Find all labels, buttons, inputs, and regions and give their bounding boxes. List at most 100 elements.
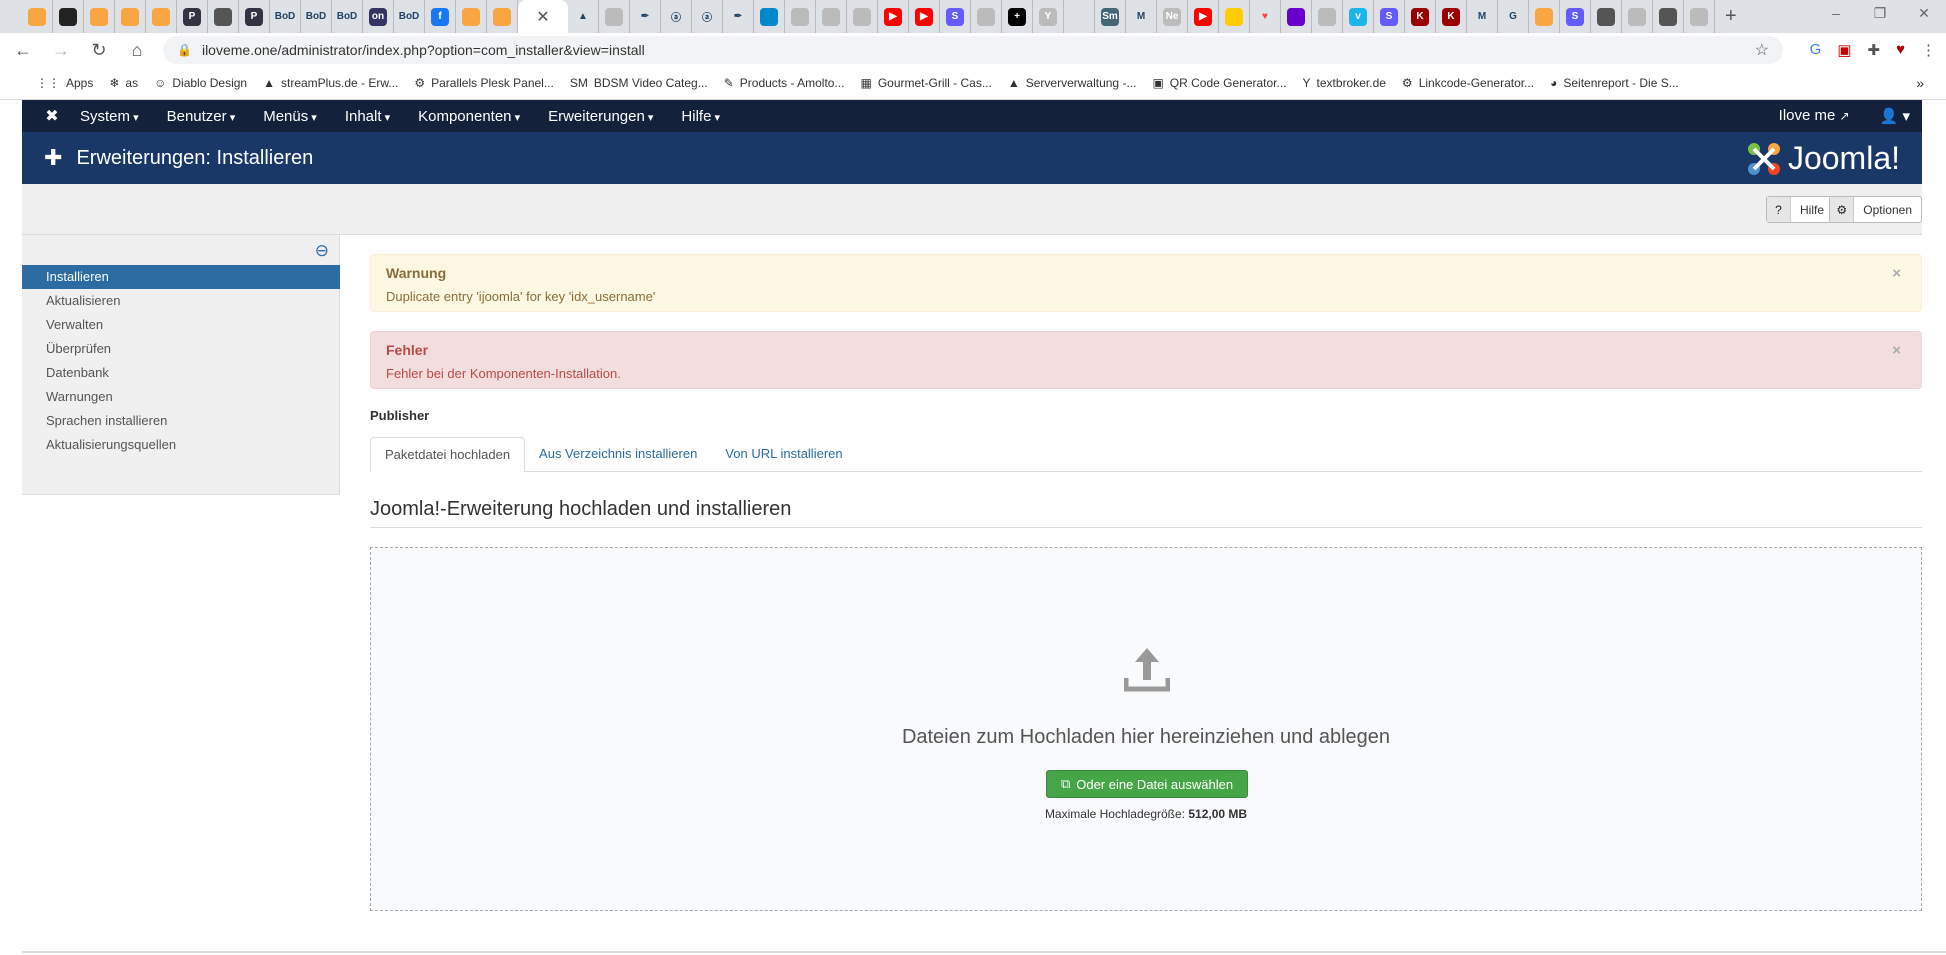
bookmark-item[interactable]: ▲ Serververwaltung -... — [1008, 76, 1137, 90]
browser-tab[interactable] — [1529, 0, 1560, 33]
browser-tab[interactable] — [1064, 0, 1095, 33]
home-icon[interactable]: ⌂ — [122, 40, 152, 61]
browser-tab[interactable]: Sm — [1095, 0, 1126, 33]
close-icon[interactable]: × — [1892, 342, 1901, 359]
back-icon[interactable]: ← — [8, 40, 38, 61]
joomla-icon[interactable]: ✖ — [32, 106, 72, 126]
browser-tab[interactable]: P — [239, 0, 270, 33]
tab-upload-package[interactable]: Paketdatei hochladen — [370, 437, 526, 473]
close-tab-icon[interactable]: ✕ — [536, 7, 549, 27]
browser-tab[interactable]: BoD — [270, 0, 301, 33]
options-button[interactable]: ⚙ Optionen — [1829, 196, 1922, 223]
browser-tab[interactable] — [115, 0, 146, 33]
browser-tab[interactable] — [487, 0, 518, 33]
nav-menu-system[interactable]: System — [80, 108, 139, 125]
browser-tab[interactable]: S — [940, 0, 971, 33]
browser-tab[interactable]: ▶ — [909, 0, 940, 33]
browser-tab[interactable]: Y — [1033, 0, 1064, 33]
browser-tab[interactable]: v — [1343, 0, 1374, 33]
browser-tab[interactable]: BoD — [301, 0, 332, 33]
nav-menu-inhalt[interactable]: Inhalt — [345, 108, 390, 125]
browser-tab[interactable]: ✒ — [630, 0, 661, 33]
close-window-button[interactable]: ✕ — [1902, 0, 1946, 26]
browser-tab[interactable] — [971, 0, 1002, 33]
site-link[interactable]: Ilove me ↗ — [1779, 107, 1850, 125]
heart-extension-icon[interactable]: ♥ — [1896, 41, 1905, 59]
nav-menu-komponenten[interactable]: Komponenten — [418, 108, 520, 125]
browser-tab[interactable]: on — [363, 0, 394, 33]
browser-tab[interactable] — [1684, 0, 1715, 33]
close-icon[interactable]: × — [1892, 265, 1901, 282]
browser-tab[interactable] — [1653, 0, 1684, 33]
browser-tab[interactable]: BoD — [332, 0, 363, 33]
active-browser-tab[interactable]: ✕ — [518, 0, 568, 33]
browser-tab[interactable]: K — [1405, 0, 1436, 33]
browser-tab[interactable] — [1281, 0, 1312, 33]
browser-tab[interactable] — [1622, 0, 1653, 33]
browser-tab[interactable]: BoD — [394, 0, 425, 33]
browser-tab[interactable] — [754, 0, 785, 33]
browser-tab[interactable] — [1219, 0, 1250, 33]
browser-tab[interactable] — [53, 0, 84, 33]
browser-tab[interactable] — [22, 0, 53, 33]
bookmark-item[interactable]: ◕ Seitenreport - Die S... — [1550, 76, 1679, 90]
browser-tab[interactable] — [146, 0, 177, 33]
browser-tab[interactable]: ▲ — [568, 0, 599, 33]
browser-tab[interactable]: ▶ — [1188, 0, 1219, 33]
extension-icon[interactable]: ▣ — [1837, 41, 1851, 59]
new-tab-button[interactable]: + — [1725, 5, 1737, 28]
puzzle-icon[interactable]: ✚ — [1868, 41, 1881, 59]
browser-tab[interactable]: ✒ — [723, 0, 754, 33]
sidebar-item[interactable]: Sprachen installieren — [22, 409, 340, 433]
browser-tab[interactable] — [208, 0, 239, 33]
bookmarks-more[interactable]: » — [1916, 75, 1924, 91]
sidebar-item[interactable]: Warnungen — [22, 385, 340, 409]
browser-tab[interactable]: M — [1126, 0, 1157, 33]
browser-tab[interactable] — [847, 0, 878, 33]
bookmark-item[interactable]: ⋮⋮ Apps — [36, 76, 93, 90]
nav-menu-hilfe[interactable]: Hilfe — [681, 108, 720, 125]
browser-tab[interactable]: P — [177, 0, 208, 33]
browser-tab[interactable] — [84, 0, 115, 33]
sidebar-item[interactable]: Datenbank — [22, 361, 340, 385]
choose-file-button[interactable]: ⧉ Oder eine Datei auswählen — [1046, 770, 1248, 798]
browser-tab[interactable]: G — [1498, 0, 1529, 33]
bookmark-star-icon[interactable]: ☆ — [1755, 40, 1769, 60]
forward-icon[interactable]: → — [46, 40, 76, 61]
browser-tab[interactable]: ⓐ — [692, 0, 723, 33]
browser-tab[interactable]: ♥ — [1250, 0, 1281, 33]
bookmark-item[interactable]: SM BDSM Video Categ... — [570, 76, 708, 90]
browser-tab[interactable] — [599, 0, 630, 33]
browser-tab[interactable] — [816, 0, 847, 33]
browser-tab[interactable]: M — [1467, 0, 1498, 33]
sidebar-item[interactable]: Aktualisierungsquellen — [22, 433, 340, 457]
sidebar-item[interactable]: Aktualisieren — [22, 289, 340, 313]
browser-tab[interactable]: + — [1002, 0, 1033, 33]
nav-menu-benutzer[interactable]: Benutzer — [167, 108, 236, 125]
browser-tab[interactable] — [456, 0, 487, 33]
translate-icon[interactable]: G — [1810, 41, 1822, 59]
browser-tab[interactable]: S — [1560, 0, 1591, 33]
bookmark-item[interactable]: ▲ streamPlus.de - Erw... — [263, 76, 398, 90]
browser-tab[interactable]: ▶ — [878, 0, 909, 33]
bookmark-item[interactable]: ❄ as — [109, 76, 138, 90]
browser-tab[interactable] — [1591, 0, 1622, 33]
tab-install-from-folder[interactable]: Aus Verzeichnis installieren — [525, 437, 711, 471]
bookmark-item[interactable]: ⚙ Linkcode-Generator... — [1402, 76, 1534, 90]
help-button[interactable]: ? Hilfe — [1765, 196, 1834, 223]
sidebar-item[interactable]: Installieren — [22, 265, 340, 289]
upload-dropzone[interactable]: Dateien zum Hochladen hier hereinziehen … — [370, 547, 1922, 911]
bookmark-item[interactable]: ☺ Diablo Design — [154, 76, 247, 90]
browser-tab[interactable]: ⓐ — [661, 0, 692, 33]
collapse-sidebar-icon[interactable]: ⊖ — [315, 241, 329, 261]
browser-tab[interactable] — [1312, 0, 1343, 33]
reload-icon[interactable]: ↻ — [84, 40, 114, 61]
nav-menu-menüs[interactable]: Menüs — [263, 108, 317, 125]
bookmark-item[interactable]: ✎ Products - Amolto... — [724, 76, 845, 90]
browser-tab[interactable]: K — [1436, 0, 1467, 33]
nav-menu-erweiterungen[interactable]: Erweiterungen — [548, 108, 653, 125]
tab-install-from-url[interactable]: Von URL installieren — [711, 437, 856, 471]
browser-tab[interactable]: S — [1374, 0, 1405, 33]
browser-tab[interactable]: f — [425, 0, 456, 33]
user-menu[interactable]: 👤 ▾ — [1880, 107, 1910, 125]
